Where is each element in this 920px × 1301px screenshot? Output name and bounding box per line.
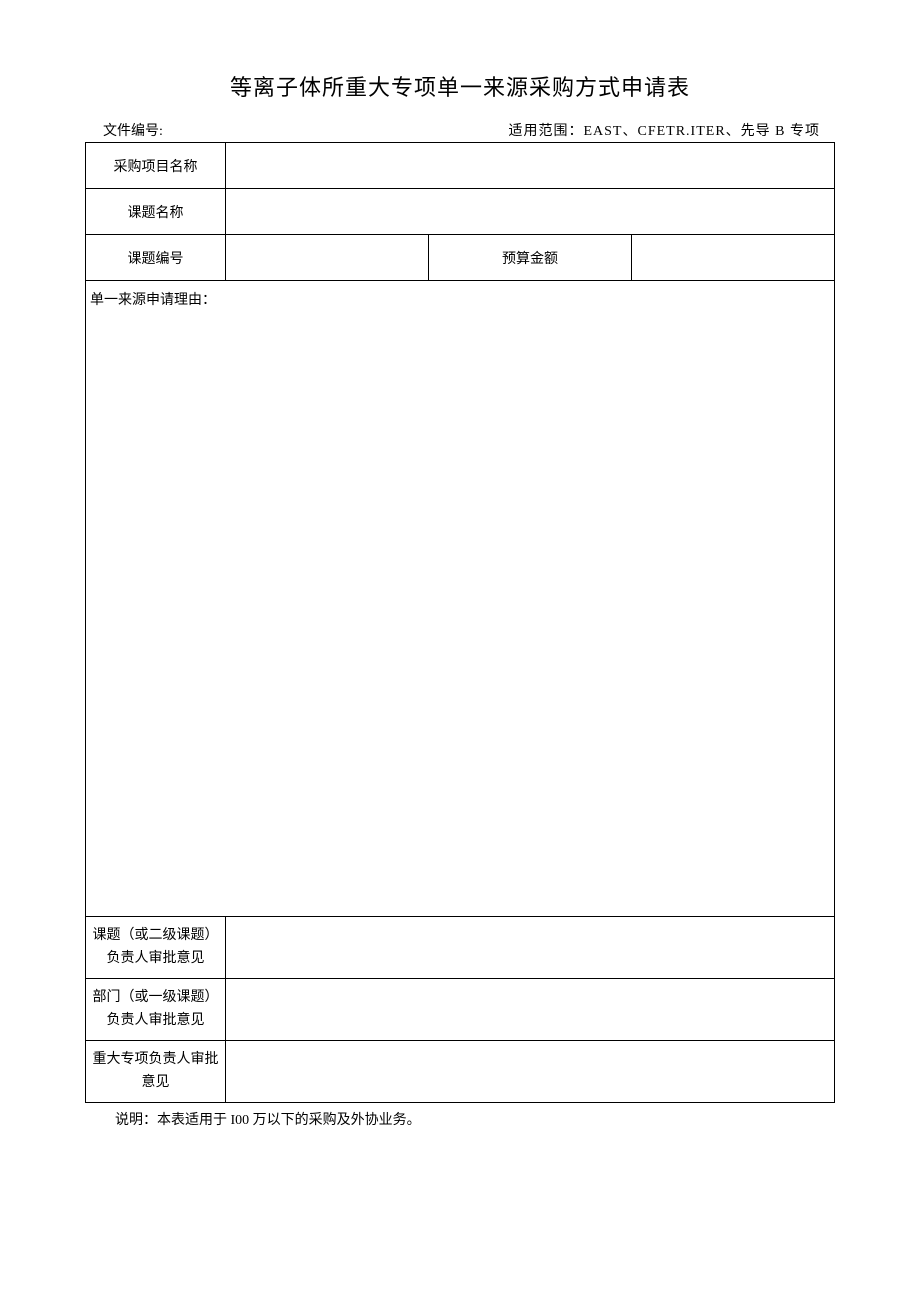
value-approval-3[interactable]: [226, 1041, 835, 1103]
label-approval-2: 部门（或一级课题）负责人审批意见: [86, 979, 226, 1041]
value-project-name[interactable]: [226, 143, 835, 189]
label-topic-number: 课题编号: [86, 235, 226, 281]
value-topic-name[interactable]: [226, 189, 835, 235]
row-approval-3: 重大专项负责人审批意见: [86, 1041, 835, 1103]
label-topic-name: 课题名称: [86, 189, 226, 235]
label-reason: 单一来源申请理由：: [86, 281, 835, 317]
value-reason[interactable]: [86, 317, 835, 917]
label-project-name: 采购项目名称: [86, 143, 226, 189]
row-approval-2: 部门（或一级课题）负责人审批意见: [86, 979, 835, 1041]
label-approval-3: 重大专项负责人审批意见: [86, 1041, 226, 1103]
meta-row: 文件编号: 适用范围：EAST、CFETR.ITER、先导 B 专项: [85, 120, 835, 140]
label-budget: 预算金额: [429, 235, 632, 281]
value-budget[interactable]: [632, 235, 835, 281]
row-topic-name: 课题名称: [86, 189, 835, 235]
scope-label: 适用范围：EAST、CFETR.ITER、先导 B 专项: [508, 120, 820, 140]
file-number-label: 文件编号:: [103, 120, 163, 140]
value-approval-1[interactable]: [226, 917, 835, 979]
application-table: 采购项目名称 课题名称 课题编号 预算金额 单一来源申请理由： 课题（或二级课题…: [85, 142, 835, 1103]
row-project-name: 采购项目名称: [86, 143, 835, 189]
label-approval-1: 课题（或二级课题）负责人审批意见: [86, 917, 226, 979]
row-reason-body: [86, 317, 835, 917]
footer-note: 说明：本表适用于 I00 万以下的采购及外协业务。: [85, 1109, 835, 1129]
value-approval-2[interactable]: [226, 979, 835, 1041]
row-approval-1: 课题（或二级课题）负责人审批意见: [86, 917, 835, 979]
row-reason-header: 单一来源申请理由：: [86, 281, 835, 317]
page-title: 等离子体所重大专项单一来源采购方式申请表: [85, 70, 835, 102]
value-topic-number[interactable]: [226, 235, 429, 281]
row-topic-number: 课题编号 预算金额: [86, 235, 835, 281]
